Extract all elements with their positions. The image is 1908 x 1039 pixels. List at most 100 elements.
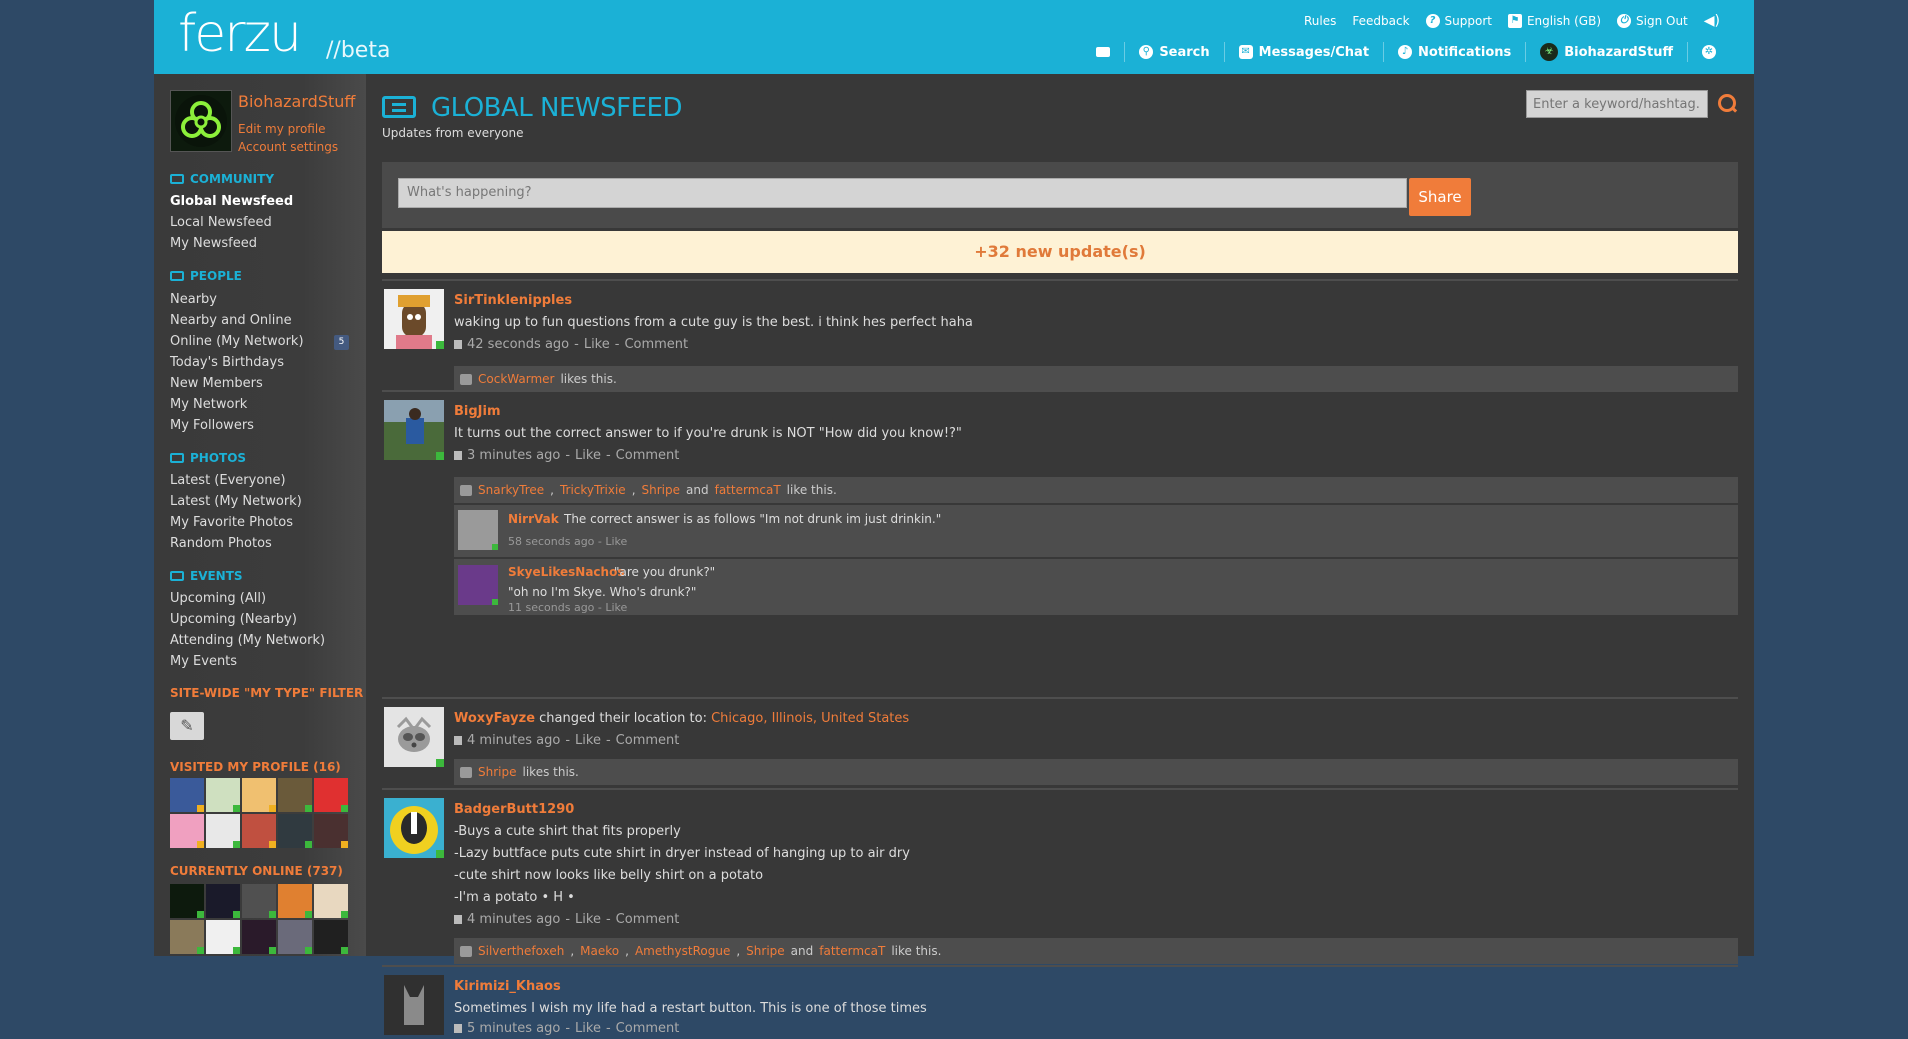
post-author[interactable]: Kirimizi_Khaos	[454, 979, 561, 994]
post-author[interactable]: BigJim	[454, 404, 501, 419]
visitor-avatar[interactable]	[314, 778, 348, 812]
visitor-avatar[interactable]	[314, 814, 348, 848]
sidebar-item-local-newsfeed[interactable]: Local Newsfeed	[170, 215, 272, 230]
comment-link[interactable]: Comment	[624, 337, 688, 352]
like-link[interactable]: Like	[605, 601, 627, 614]
post-avatar[interactable]	[384, 707, 444, 767]
sidebar-item-birthdays[interactable]: Today's Birthdays	[170, 355, 284, 370]
share-button[interactable]: Share	[1409, 178, 1471, 216]
online-avatar[interactable]	[278, 884, 312, 918]
liker-link[interactable]: CockWarmer	[478, 372, 554, 386]
sidebar-item-my-events[interactable]: My Events	[170, 654, 237, 669]
search-icon[interactable]	[1718, 94, 1736, 112]
sidebar-item-favorite-photos[interactable]: My Favorite Photos	[170, 515, 293, 530]
post-author[interactable]: WoxyFayze	[454, 711, 535, 726]
account-settings-link[interactable]: Account settings	[238, 140, 338, 154]
comment-author[interactable]: SkyeLikesNachos	[508, 565, 624, 579]
sign-out-link[interactable]: ⏻ Sign Out	[1617, 14, 1688, 28]
sidebar-item-my-network[interactable]: My Network	[170, 397, 247, 412]
online-avatar[interactable]	[278, 920, 312, 954]
online-avatar[interactable]	[314, 884, 348, 918]
newsfeed-nav-button[interactable]	[1082, 42, 1124, 62]
sound-icon[interactable]: ◀)	[1704, 13, 1720, 29]
power-icon: ⏻	[1617, 14, 1632, 28]
like-link[interactable]: Like	[575, 733, 601, 748]
sidebar-item-nearby-online[interactable]: Nearby and Online	[170, 313, 292, 328]
sidebar-item-online-network[interactable]: Online (My Network)	[170, 334, 304, 349]
settings-nav-button[interactable]: ✲	[1687, 42, 1730, 62]
status-input[interactable]: What's happening?	[398, 178, 1407, 208]
top-header: ferzu //beta Rules Feedback ? Support ⚑ En…	[154, 0, 1754, 74]
online-avatar[interactable]	[170, 920, 204, 954]
liker-link[interactable]: Shripe	[478, 765, 517, 779]
visitor-avatar[interactable]	[170, 778, 204, 812]
my-username[interactable]: BiohazardStuff	[238, 92, 355, 111]
visitor-avatar[interactable]	[242, 814, 276, 848]
sidebar-item-upcoming-nearby[interactable]: Upcoming (Nearby)	[170, 612, 297, 627]
post-author[interactable]: SirTinklenipples	[454, 293, 572, 308]
biohazard-icon	[175, 95, 227, 147]
liker-link[interactable]: fattermcaT	[715, 483, 781, 497]
community-heading: COMMUNITY	[170, 172, 274, 186]
feedback-link[interactable]: Feedback	[1352, 14, 1409, 28]
sidebar-item-my-followers[interactable]: My Followers	[170, 418, 254, 433]
like-link[interactable]: Like	[575, 1021, 601, 1036]
like-link[interactable]: Like	[605, 535, 627, 548]
online-avatar[interactable]	[206, 884, 240, 918]
liker-link[interactable]: Shripe	[642, 483, 681, 497]
messages-nav-button[interactable]: ✉ Messages/Chat	[1223, 42, 1383, 62]
sidebar-item-global-newsfeed[interactable]: Global Newsfeed	[170, 194, 293, 209]
visitor-avatar[interactable]	[278, 778, 312, 812]
my-avatar[interactable]	[170, 90, 232, 152]
support-link[interactable]: ? Support	[1425, 14, 1492, 28]
user-nav-button[interactable]: ☣ BiohazardStuff	[1525, 42, 1687, 62]
rules-link[interactable]: Rules	[1304, 14, 1336, 28]
post-text-line: -Buys a cute shirt that fits properly	[454, 824, 681, 839]
newsfeed-title-icon	[382, 96, 416, 118]
liker-link[interactable]: TrickyTrixie	[560, 483, 626, 497]
online-avatar[interactable]	[170, 884, 204, 918]
edit-profile-link[interactable]: Edit my profile	[238, 122, 326, 136]
keyword-search-input[interactable]	[1526, 90, 1708, 118]
like-link[interactable]: Like	[575, 912, 601, 927]
comment-link[interactable]: Comment	[616, 448, 680, 463]
wrench-icon[interactable]: ✎	[170, 712, 204, 740]
visitor-avatar[interactable]	[278, 814, 312, 848]
post-avatar[interactable]	[384, 798, 444, 858]
like-link[interactable]: Like	[584, 337, 610, 352]
online-avatar[interactable]	[314, 920, 348, 954]
search-nav-button[interactable]: ⚲ Search	[1124, 42, 1223, 62]
location-link[interactable]: Chicago, Illinois, United States	[711, 711, 909, 726]
comment-link[interactable]: Comment	[616, 733, 680, 748]
post-avatar[interactable]	[384, 400, 444, 460]
comment-link[interactable]: Comment	[616, 912, 680, 927]
sidebar-item-nearby[interactable]: Nearby	[170, 292, 217, 307]
post-author[interactable]: BadgerButt1290	[454, 802, 574, 817]
language-link[interactable]: ⚑ English (GB)	[1507, 14, 1601, 28]
sidebar-item-random-photos[interactable]: Random Photos	[170, 536, 272, 551]
comment-avatar[interactable]	[458, 565, 498, 605]
notifications-nav-button[interactable]: ♪ Notifications	[1383, 42, 1525, 62]
new-updates-banner[interactable]: +32 new update(s)	[382, 231, 1738, 273]
online-avatar[interactable]	[206, 920, 240, 954]
sidebar-item-latest-everyone[interactable]: Latest (Everyone)	[170, 473, 286, 488]
visitor-avatar[interactable]	[206, 814, 240, 848]
comment-avatar[interactable]	[458, 510, 498, 550]
liker-link[interactable]: SnarkyTree	[478, 483, 544, 497]
like-link[interactable]: Like	[575, 448, 601, 463]
ferzu-logo[interactable]: ferzu	[178, 4, 302, 64]
sidebar-item-new-members[interactable]: New Members	[170, 376, 263, 391]
comment-link[interactable]: Comment	[616, 1021, 680, 1036]
comment-author[interactable]: NirrVak	[508, 512, 559, 526]
online-avatar[interactable]	[242, 884, 276, 918]
post-avatar[interactable]	[384, 289, 444, 349]
visitor-avatar[interactable]	[242, 778, 276, 812]
visitor-avatar[interactable]	[206, 778, 240, 812]
post-avatar[interactable]	[384, 975, 444, 1035]
online-avatar[interactable]	[242, 920, 276, 954]
sidebar-item-upcoming-all[interactable]: Upcoming (All)	[170, 591, 266, 606]
sidebar-item-my-newsfeed[interactable]: My Newsfeed	[170, 236, 257, 251]
visitor-avatar[interactable]	[170, 814, 204, 848]
sidebar-item-attending[interactable]: Attending (My Network)	[170, 633, 325, 648]
sidebar-item-latest-network[interactable]: Latest (My Network)	[170, 494, 302, 509]
